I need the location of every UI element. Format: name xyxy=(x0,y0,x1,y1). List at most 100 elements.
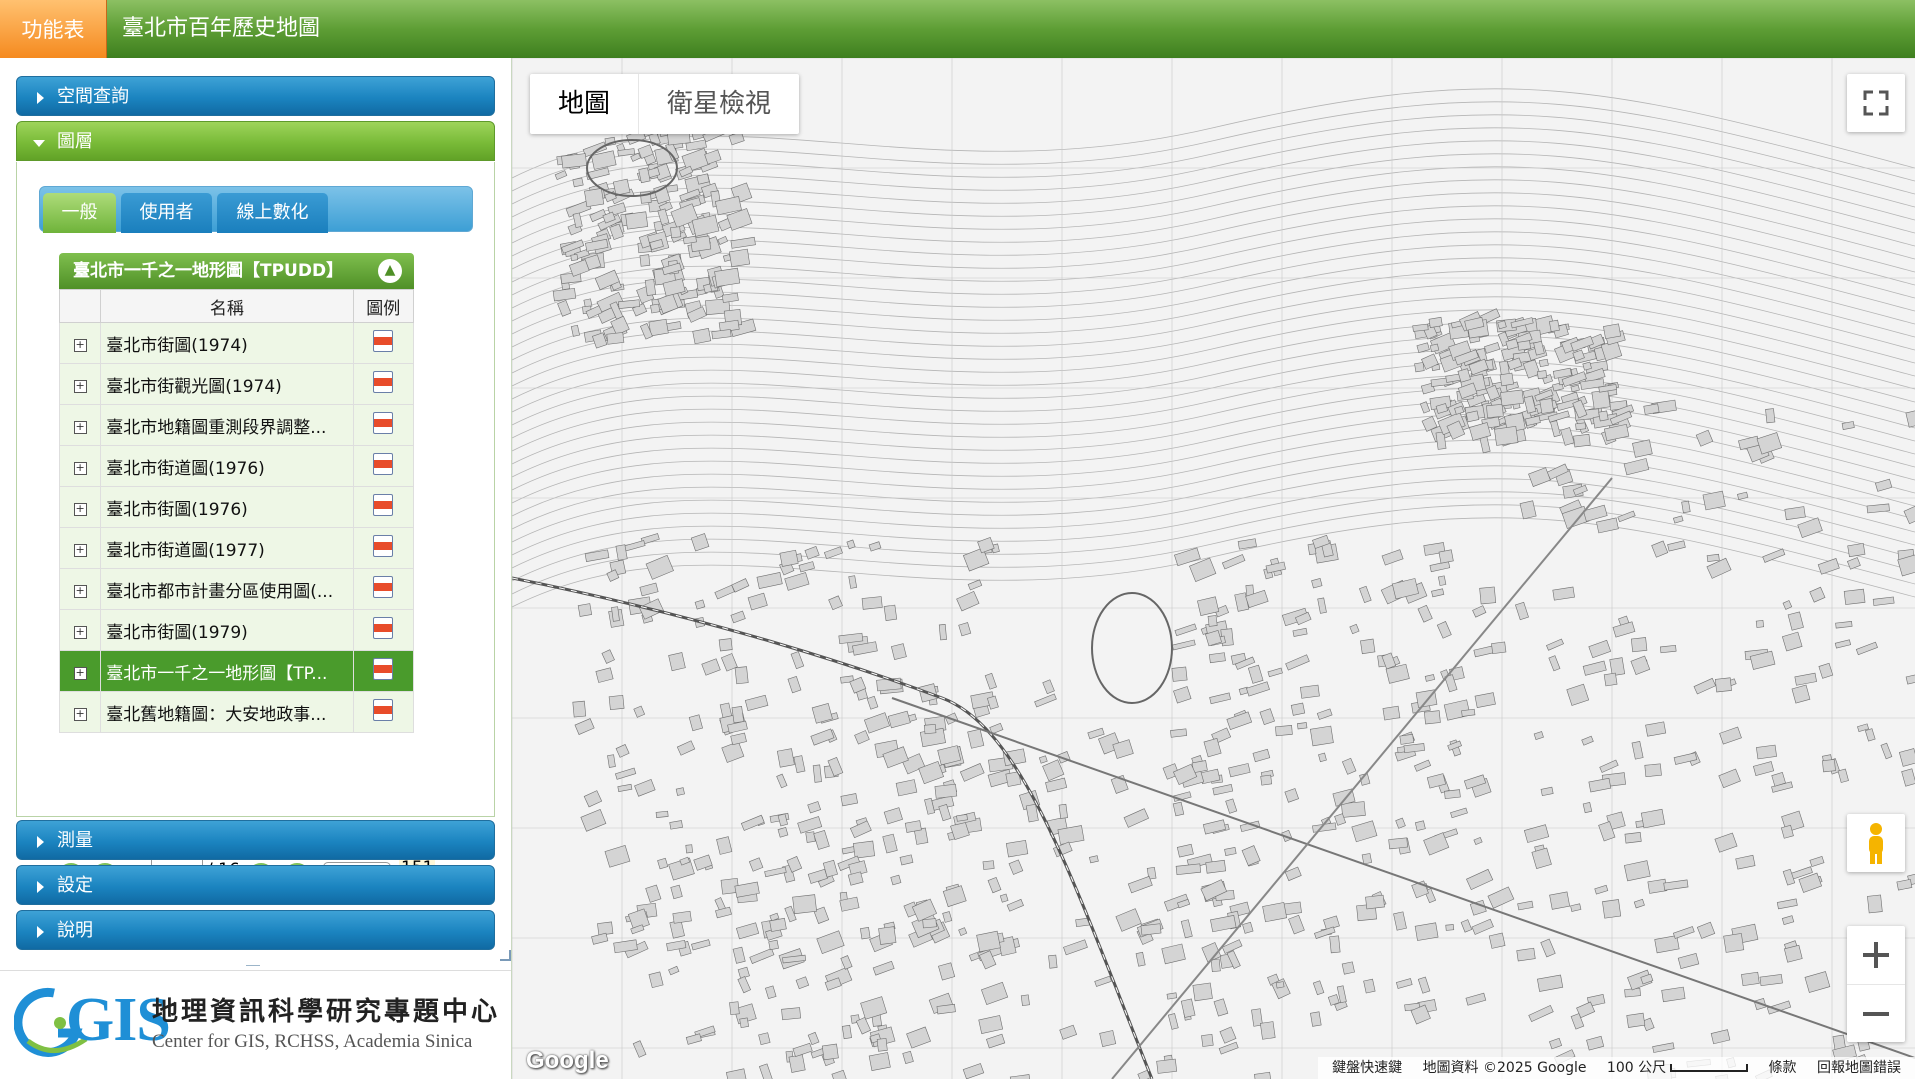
expand-icon[interactable]: + xyxy=(73,708,87,721)
legend-icon[interactable] xyxy=(373,575,394,598)
table-row[interactable]: + 臺北市街圖(1979) xyxy=(58,609,415,651)
layer-name: 臺北市一千之一地形圖【TP... xyxy=(100,650,354,692)
expand-icon[interactable]: + xyxy=(73,339,87,352)
zoom-out-button[interactable] xyxy=(1847,985,1905,1043)
legend-icon[interactable] xyxy=(373,657,394,680)
map-type-control: 地圖 衛星檢視 xyxy=(530,74,800,134)
expand-cell: + xyxy=(58,527,102,569)
expand-icon[interactable]: + xyxy=(73,626,87,639)
expand-cell: + xyxy=(58,322,102,364)
layer-name: 臺北市街觀光圖(1974) xyxy=(100,363,354,405)
legend-cell xyxy=(353,322,415,364)
accordion-help[interactable]: 說明 xyxy=(16,910,495,950)
layer-name: 臺北市街圖(1976) xyxy=(100,486,354,528)
layers-panel: 一般 使用者 線上數化 臺北市一千之一地形圖【TPUDD】 ▲ 名稱 圖例 + 臺… xyxy=(16,162,495,892)
legend-icon[interactable] xyxy=(373,493,394,516)
plus-icon xyxy=(1863,942,1889,968)
layer-name: 臺北市街圖(1974) xyxy=(100,322,354,364)
fullscreen-button[interactable] xyxy=(1847,74,1905,132)
top-bar: 功能表 臺北市百年歷史地圖 xyxy=(0,0,1915,58)
fullscreen-icon xyxy=(1863,90,1889,116)
expand-cell: + xyxy=(58,568,102,610)
logo-title-en: Center for GIS, RCHSS, Academia Sinica xyxy=(152,1031,473,1052)
map-type-map-button[interactable]: 地圖 xyxy=(530,74,638,134)
expand-icon[interactable]: + xyxy=(73,585,87,598)
table-row[interactable]: + 臺北市一千之一地形圖【TP... xyxy=(58,650,415,692)
grid-title: 臺北市一千之一地形圖【TPUDD】 ▲ xyxy=(59,253,414,289)
report-error-link[interactable]: 回報地圖錯誤 xyxy=(1817,1060,1901,1076)
layer-table: 名稱 圖例 + 臺北市街圖(1974) + 臺北市街觀光圖(1974) + 臺北市地籍圖重… xyxy=(58,289,415,733)
table-row[interactable]: + 臺北市都市計畫分區使用圖(... xyxy=(58,568,415,610)
layer-name: 臺北市街道圖(1976) xyxy=(100,445,354,487)
accordion-label: 空間查詢 xyxy=(57,86,129,107)
table-header-row: 名稱 圖例 xyxy=(58,289,415,323)
table-row[interactable]: + 臺北市地籍圖重測段界調整... xyxy=(58,404,415,446)
legend-cell xyxy=(353,568,415,610)
legend-cell xyxy=(353,445,415,487)
table-row[interactable]: + 臺北市街圖(1976) xyxy=(58,486,415,528)
legend-cell xyxy=(353,691,415,733)
table-row[interactable]: + 臺北舊地籍圖：大安地政事... xyxy=(58,691,415,733)
google-logo: Google xyxy=(526,1047,609,1074)
expand-icon[interactable]: + xyxy=(73,503,87,516)
keyboard-shortcuts-link[interactable]: 鍵盤快速鍵 xyxy=(1332,1060,1402,1076)
scale-bar xyxy=(1670,1064,1749,1072)
legend-icon[interactable] xyxy=(373,411,394,434)
tab-digitize[interactable]: 線上數化 xyxy=(217,193,328,233)
accordion-settings[interactable]: 設定 xyxy=(16,865,495,905)
expand-cell: + xyxy=(58,691,102,733)
accordion-spatial-query[interactable]: 空間查詢 xyxy=(16,76,495,116)
street-view-pegman[interactable] xyxy=(1847,814,1905,872)
terms-link[interactable]: 條款 xyxy=(1769,1060,1797,1076)
table-row[interactable]: + 臺北市街道圖(1976) xyxy=(58,445,415,487)
legend-icon[interactable] xyxy=(373,534,394,557)
legend-cell xyxy=(353,527,415,569)
tab-general[interactable]: 一般 xyxy=(43,193,116,233)
legend-icon[interactable] xyxy=(373,329,394,352)
expand-column-header xyxy=(58,289,102,323)
expand-icon[interactable]: + xyxy=(73,421,87,434)
layer-name: 臺北市都市計畫分區使用圖(... xyxy=(100,568,354,610)
legend-icon[interactable] xyxy=(373,616,394,639)
zoom-in-button[interactable] xyxy=(1847,926,1905,985)
map-canvas[interactable]: 地圖 衛星檢視 Google 鍵盤快速鍵 地圖資料 ©2025 Google 1… xyxy=(512,58,1915,1079)
map-data-text: 地圖資料 ©2025 Google xyxy=(1422,1060,1587,1076)
legend-icon[interactable] xyxy=(373,370,394,393)
map-attribution: 鍵盤快速鍵 地圖資料 ©2025 Google 100 公尺 條款 回報地圖錯誤 xyxy=(1318,1057,1915,1079)
app-title: 臺北市百年歷史地圖 xyxy=(122,16,321,41)
expand-cell: + xyxy=(58,404,102,446)
layer-name: 臺北市地籍圖重測段界調整... xyxy=(100,404,354,446)
table-row[interactable]: + 臺北市街圖(1974) xyxy=(58,322,415,364)
table-row[interactable]: + 臺北市街道圖(1977) xyxy=(58,527,415,569)
expand-cell: + xyxy=(58,609,102,651)
caret-right-icon xyxy=(37,92,44,104)
table-row[interactable]: + 臺北市街觀光圖(1974) xyxy=(58,363,415,405)
tab-user[interactable]: 使用者 xyxy=(121,193,212,233)
legend-cell xyxy=(353,404,415,446)
legend-icon[interactable] xyxy=(373,698,394,721)
scale-label[interactable]: 100 公尺 xyxy=(1607,1060,1666,1076)
accordion-measure[interactable]: 測量 xyxy=(16,820,495,860)
expand-icon[interactable]: + xyxy=(73,462,87,475)
accordion-layers[interactable]: 圖層 xyxy=(16,121,495,161)
legend-cell xyxy=(353,486,415,528)
sidebar: 空間查詢 圖層 一般 使用者 線上數化 臺北市一千之一地形圖【TPUDD】 ▲ … xyxy=(0,58,512,1079)
legend-icon[interactable] xyxy=(373,452,394,475)
expand-cell: + xyxy=(58,650,102,692)
expand-icon[interactable]: + xyxy=(73,380,87,393)
logo-title-zh: 地理資訊科學研究專題中心 xyxy=(152,997,501,1027)
expand-icon[interactable]: + xyxy=(73,544,87,557)
layer-name: 臺北市街圖(1979) xyxy=(100,609,354,651)
layer-name: 臺北舊地籍圖：大安地政事... xyxy=(100,691,354,733)
map-tiles xyxy=(512,58,1915,1079)
map-type-satellite-button[interactable]: 衛星檢視 xyxy=(638,74,799,134)
caret-down-icon xyxy=(33,140,45,147)
caret-right-icon xyxy=(37,836,44,848)
caret-right-icon xyxy=(37,926,44,938)
expand-cell: + xyxy=(58,363,102,405)
expand-icon[interactable]: + xyxy=(73,667,87,680)
collapse-icon[interactable]: ▲ xyxy=(378,259,402,283)
menu-button[interactable]: 功能表 xyxy=(0,0,107,58)
resize-grip-icon[interactable] xyxy=(500,950,511,961)
name-column-header: 名稱 xyxy=(100,289,354,323)
